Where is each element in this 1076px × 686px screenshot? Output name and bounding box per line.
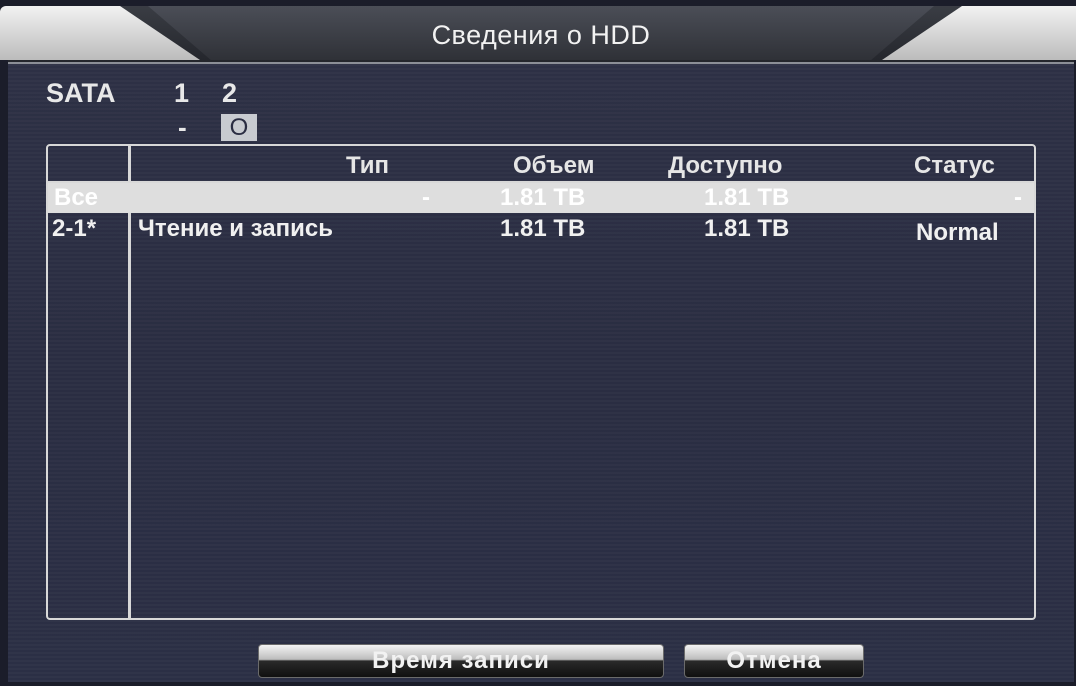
row-available: 1.81 TB <box>704 215 790 242</box>
row-available: 1.81 TB <box>704 184 790 211</box>
table-row-selected[interactable]: Все - 1.81 TB 1.81 TB - <box>48 183 1034 213</box>
column-header-type: Тип <box>346 152 389 179</box>
row-type: - <box>422 184 430 211</box>
column-header-capacity: Объем <box>513 152 595 179</box>
cancel-button[interactable]: Отмена <box>684 644 864 678</box>
record-time-button[interactable]: Время записи <box>258 644 664 678</box>
sata-label: SATA <box>46 78 116 108</box>
column-header-status: Статус <box>914 152 995 179</box>
sata-disk-2-state-selected[interactable]: O <box>221 114 257 141</box>
sata-disk-1[interactable]: 1 <box>174 78 189 109</box>
row-type: Чтение и запись <box>138 215 333 242</box>
title-bar: Сведения о HDD <box>0 6 1076 64</box>
sata-disk-2[interactable]: 2 <box>222 78 237 109</box>
column-header-available: Доступно <box>668 152 783 179</box>
table-row[interactable]: 2-1* Чтение и запись 1.81 TB 1.81 TB Nor… <box>48 213 1034 247</box>
row-capacity: 1.81 TB <box>500 184 586 211</box>
window-title: Сведения о HDD <box>431 20 651 50</box>
row-capacity: 1.81 TB <box>500 215 586 242</box>
row-status: - <box>1014 184 1022 211</box>
hdd-info-window: Сведения о HDD SATA 1 2 - O Тип Объем До… <box>0 6 1076 682</box>
sata-disk-1-state[interactable]: - <box>178 112 187 143</box>
hdd-table: Тип Объем Доступно Статус Все - 1.81 TB … <box>46 144 1036 620</box>
row-id: 2-1* <box>52 215 97 242</box>
row-status: Normal <box>916 219 999 246</box>
row-id: Все <box>54 184 99 211</box>
content-panel: SATA 1 2 - O Тип Объем Доступно Статус В… <box>8 64 1074 682</box>
